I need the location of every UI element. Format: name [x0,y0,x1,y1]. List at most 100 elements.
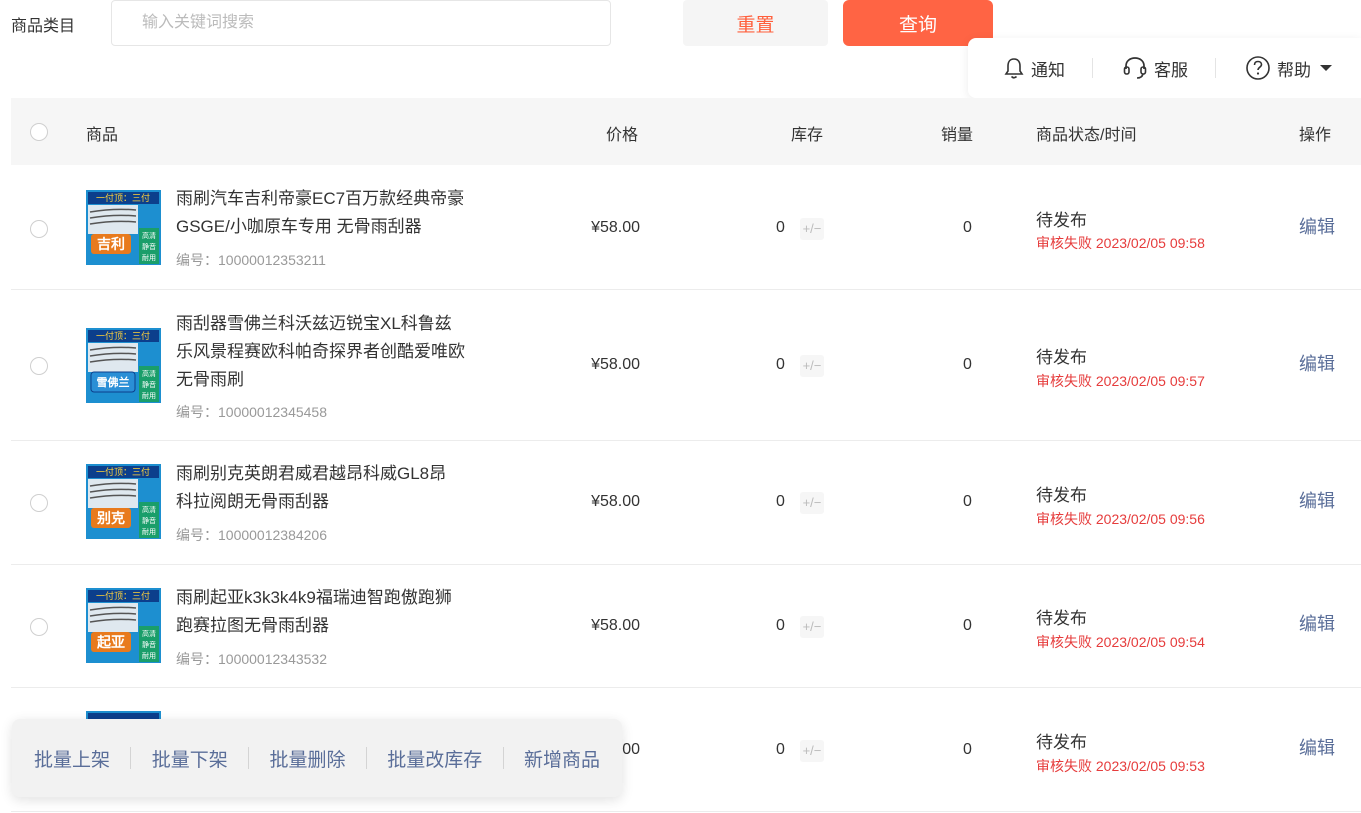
divider [130,747,132,769]
thumbnail-side-text: 高清 [142,231,156,240]
row-select-radio[interactable] [30,357,48,375]
product-code: 编号：10000012345458 [176,404,328,420]
thumbnail-brand-text: 起亚 [96,634,125,651]
product-stock: 0 [776,356,785,373]
bell-icon [1004,58,1024,79]
product-sales: 0 [963,356,972,373]
thumbnail-side-text: 耐用 [142,391,156,400]
product-title[interactable]: 雨刷汽车吉利帝豪EC7百万款经典帝豪GSGE/小咖原车专用 无骨雨刮器 [176,185,476,241]
column-actions: 操作 [1299,127,1332,144]
keyword-search-input[interactable] [111,0,611,46]
thumbnail-side-text: 耐用 [142,527,156,536]
product-title[interactable]: 雨刷别克英朗君威君越昂科威GL8昂科拉阅朗无骨雨刮器 [176,460,461,516]
product-thumbnail[interactable]: 一付顶：三付 起亚 高清 静音 耐用 [86,588,161,663]
row-select-radio[interactable] [30,618,48,636]
edit-link[interactable]: 编辑 [1299,734,1335,760]
batch-action-bar: 批量上架 批量下架 批量删除 批量改库存 新增商品 [12,719,622,797]
product-thumbnail[interactable]: 一付顶：三付 别克 高清 静音 耐用 [86,464,161,539]
product-price: ¥58.00 [591,219,640,236]
table-row: 一付顶：三付 吉利 高清 静音 耐用 雨刷汽车吉利帝豪EC7百万款经典帝豪GSG… [11,166,1361,290]
edit-link[interactable]: 编辑 [1299,213,1335,239]
column-stock[interactable]: 库存 [791,121,823,145]
product-sales: 0 [963,617,972,634]
divider [1092,58,1093,78]
edit-stock-button[interactable]: +/− [800,616,824,638]
headset-icon [1123,57,1147,79]
divider [1215,58,1216,78]
product-status: 待发布 [1036,733,1087,752]
add-product-button[interactable]: 新增商品 [524,745,600,772]
product-thumbnail[interactable]: 一付顶：三付 雪佛兰 高清 静音 耐用 [86,328,161,403]
edit-link[interactable]: 编辑 [1299,350,1335,376]
batch-list-on-button[interactable]: 批量上架 [34,745,110,772]
product-status: 待发布 [1036,348,1087,367]
thumbnail-badge-text: 一付顶：三付 [96,467,150,478]
help-label: 帮助 [1277,60,1311,80]
edit-stock-button[interactable]: +/− [800,740,824,762]
product-sales: 0 [963,741,972,758]
thumbnail-side-text: 高清 [142,505,156,514]
thumbnail-side-text: 静音 [142,516,156,525]
product-stock: 0 [776,617,785,634]
product-price: ¥58.00 [591,356,640,373]
product-stock: 0 [776,493,785,510]
notify-link[interactable]: 通知 [1003,56,1065,81]
batch-edit-stock-button[interactable]: 批量改库存 [387,745,482,772]
column-sales[interactable]: 销量 [941,121,973,145]
thumbnail-badge-text: 一付顶：三付 [96,591,150,602]
table-row: 一付顶：三付 别克 高清 静音 耐用 雨刷别克英朗君威君越昂科威GL8昂科拉阅朗… [11,441,1361,565]
edit-stock-button[interactable]: +/− [800,218,824,240]
product-thumbnail[interactable]: 一付顶：三付 吉利 高清 静音 耐用 [86,190,161,265]
caret-down-icon [1320,65,1332,71]
product-sales: 0 [963,219,972,236]
customer-service-label: 客服 [1154,60,1188,80]
product-status: 待发布 [1036,486,1087,505]
batch-list-off-button[interactable]: 批量下架 [152,745,228,772]
edit-stock-button[interactable]: +/− [800,355,824,377]
product-code: 编号：10000012384206 [176,527,328,543]
status-time: 审核失败 2023/02/05 09:58 [1036,235,1205,251]
edit-link[interactable]: 编辑 [1299,610,1335,636]
product-status: 待发布 [1036,609,1087,628]
reset-button[interactable]: 重置 [683,0,828,46]
thumbnail-side-text: 静音 [142,242,156,251]
product-code: 编号：10000012343532 [176,651,328,667]
product-status: 待发布 [1036,211,1087,230]
product-price: ¥58.00 [591,493,640,510]
thumbnail-badge-text: 一付顶：三付 [96,331,150,342]
product-stock: 0 [776,219,785,236]
edit-stock-button[interactable]: +/− [800,492,824,514]
divider [248,747,250,769]
thumbnail-brand-text: 吉利 [97,236,125,253]
status-time: 审核失败 2023/02/05 09:57 [1036,373,1205,389]
table-header: 商品 价格 库存 销量 商品状态/时间 操作 [11,98,1361,165]
thumbnail-side-text: 高清 [142,629,156,638]
row-select-radio[interactable] [30,220,48,238]
status-time: 审核失败 2023/02/05 09:54 [1036,634,1205,650]
status-time: 审核失败 2023/02/05 09:53 [1036,758,1205,774]
thumbnail-brand-text: 别克 [96,510,125,527]
select-all-radio[interactable] [30,123,48,141]
thumbnail-side-text: 静音 [142,640,156,649]
row-select-radio[interactable] [30,494,48,512]
product-code: 编号：10000012353211 [176,252,326,268]
product-title[interactable]: 雨刮器雪佛兰科沃兹迈锐宝XL科鲁兹乐风景程赛欧科帕奇探界者创酷爱唯欧无骨雨刷 [176,310,466,394]
product-stock: 0 [776,741,785,758]
edit-link[interactable]: 编辑 [1299,487,1335,513]
status-time: 审核失败 2023/02/05 09:56 [1036,511,1205,527]
thumbnail-side-text: 高清 [142,369,156,378]
thumbnail-badge-text: 一付顶：三付 [96,193,150,204]
thumbnail-side-text: 耐用 [142,651,156,660]
thumbnail-brand-text: 雪佛兰 [97,375,130,389]
help-menu[interactable]: 帮助 [1245,55,1339,81]
thumbnail-side-text: 耐用 [142,253,156,262]
help-panel: 通知 客服 帮助 [968,38,1361,98]
column-price[interactable]: 价格 [606,121,638,145]
batch-delete-button[interactable]: 批量删除 [269,745,345,772]
product-title[interactable]: 雨刷起亚k3k3k4k9福瑞迪智跑傲跑狮跑赛拉图无骨雨刮器 [176,584,461,640]
customer-service-link[interactable]: 客服 [1122,55,1188,81]
thumbnail-side-text: 静音 [142,380,156,389]
product-price: ¥58.00 [591,617,640,634]
table-row: 一付顶：三付 起亚 高清 静音 耐用 雨刷起亚k3k3k4k9福瑞迪智跑傲跑狮跑… [11,565,1361,688]
divider [502,747,504,769]
